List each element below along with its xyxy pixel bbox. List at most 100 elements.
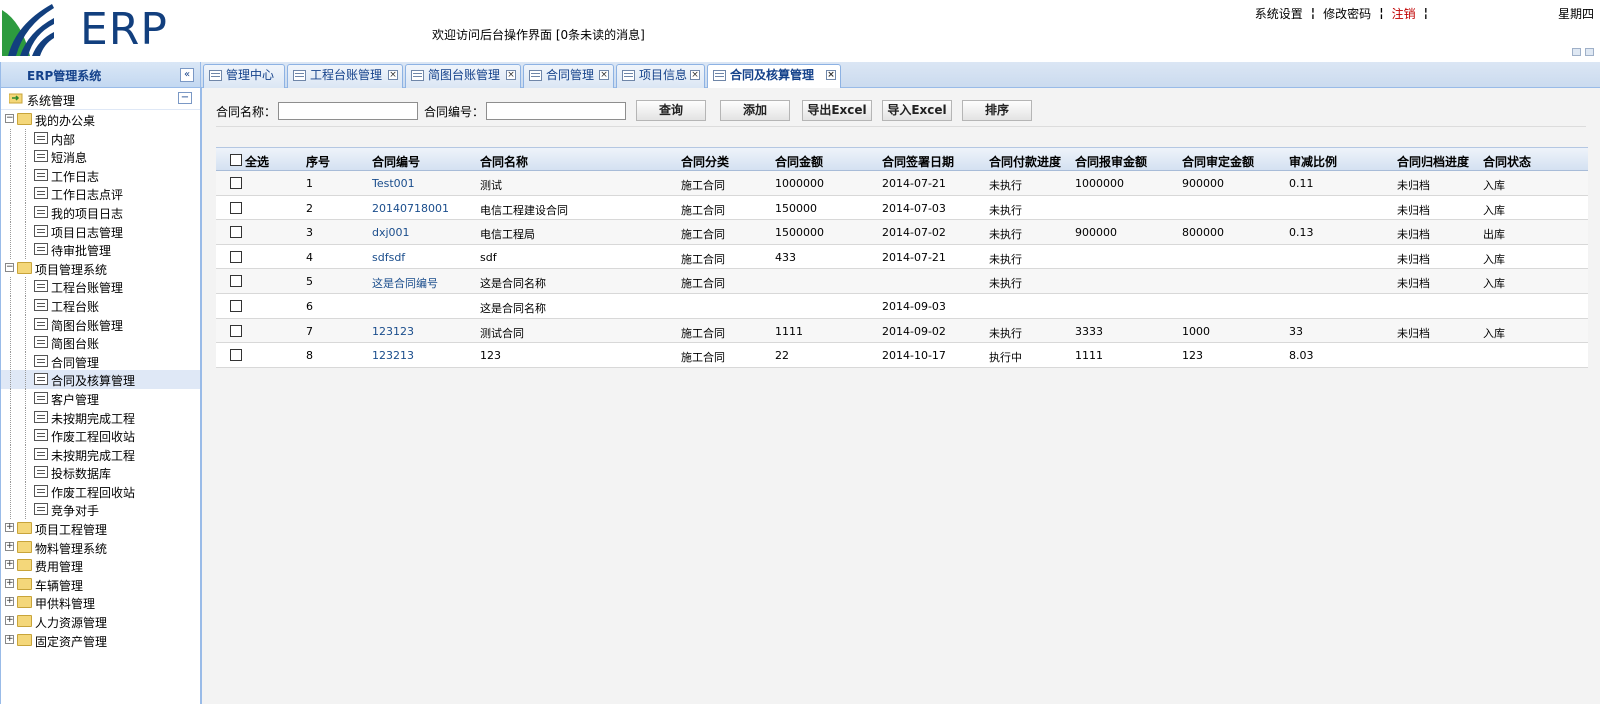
sidebar-item[interactable]: + 固定资产管理 [1,631,200,650]
contract-name-input[interactable] [278,102,419,120]
expand-icon[interactable]: + [5,616,14,626]
column-header[interactable]: 合同状态 [1483,153,1531,170]
sidebar-item[interactable]: 作废工程回收站 [1,426,200,446]
sidebar-item[interactable]: 工作日志点评 [1,184,200,204]
minimize-icon[interactable] [1572,48,1581,56]
query-button[interactable]: 查询 [636,100,706,121]
close-tab-icon[interactable]: × [506,70,516,80]
table-row[interactable]: 8 123213 123 施工合同 22 2014-10-17 执行中 1111 123 8.03 [216,343,1588,368]
sidebar-item[interactable]: 短消息 [1,147,200,167]
column-header[interactable]: 合同报审金额 [1075,153,1147,170]
sidebar-item[interactable]: 未按期完成工程 [1,444,200,464]
sidebar-item[interactable]: 内部 [1,128,200,148]
sidebar-item[interactable]: + 费用管理 [1,556,200,575]
row-checkbox[interactable] [230,324,242,337]
row-checkbox[interactable] [230,349,242,362]
sidebar-section-system[interactable]: 系统管理 − [1,88,200,110]
tab[interactable]: 管理中心 [203,64,285,88]
column-header[interactable]: 合同编号 [372,153,420,170]
contract-number-link[interactable]: sdfsdf [372,251,405,264]
expand-icon[interactable]: + [5,523,14,533]
contract-number-link[interactable]: 123123 [372,325,414,338]
column-header[interactable]: 序号 [306,153,330,170]
row-checkbox[interactable] [230,226,242,239]
collapse-icon[interactable]: − [5,262,14,272]
sidebar-item[interactable]: 未按期完成工程 [1,407,200,427]
table-row[interactable]: 7 123123 测试合同 施工合同 1111 2014-09-02 未执行 3333 1000… [216,318,1588,344]
close-tab-icon[interactable]: × [599,70,609,80]
maximize-icon[interactable] [1585,48,1594,56]
sidebar-item[interactable]: 工程台账 [1,295,200,315]
column-header[interactable]: 合同付款进度 [989,153,1061,170]
close-tab-icon[interactable]: × [826,70,836,80]
import-excel-button[interactable]: 导入Excel [882,100,952,121]
expand-icon[interactable]: + [5,634,14,644]
sidebar-item[interactable]: 作废工程回收站 [1,481,200,501]
sidebar-item[interactable]: + 项目工程管理 [1,519,200,538]
tab[interactable]: 工程台账管理 × [287,64,403,88]
sidebar-item[interactable]: 简图台账管理 [1,314,200,334]
sidebar-item[interactable]: 待审批管理 [1,240,200,260]
column-header[interactable]: 合同归档进度 [1397,153,1469,170]
welcome-message[interactable]: 欢迎访问后台操作界面 [0条未读的消息] [432,26,645,43]
row-checkbox[interactable] [230,275,242,288]
sidebar-item[interactable]: 竞争对手 [1,500,200,520]
export-excel-button[interactable]: 导出Excel [802,100,872,121]
contract-number-link[interactable]: 123213 [372,349,414,362]
sidebar-item[interactable]: 合同及核算管理 [1,370,200,390]
column-header[interactable]: 合同金额 [775,153,823,170]
logout-link[interactable]: 注销 [1384,5,1424,22]
sidebar-item[interactable]: 投标数据库 [1,463,200,483]
expand-icon[interactable]: + [5,578,14,588]
sidebar-item[interactable]: − 项目管理系统 [1,259,200,278]
column-header[interactable]: 审减比例 [1289,153,1337,170]
sidebar-item[interactable]: + 车辆管理 [1,575,200,594]
collapse-section-icon[interactable]: − [178,92,192,104]
sidebar-item[interactable]: + 甲供料管理 [1,593,200,612]
contract-number-link[interactable]: 20140718001 [372,202,449,215]
sidebar-item[interactable]: 工程台账管理 [1,277,200,297]
close-tab-icon[interactable]: × [388,70,398,80]
contract-number-link[interactable]: Test001 [372,177,415,190]
sidebar-item[interactable]: 简图台账 [1,333,200,353]
sort-button[interactable]: 排序 [962,100,1032,121]
table-row[interactable]: 6 这是合同名称 2014-09-03 [216,293,1588,319]
row-checkbox[interactable] [230,250,242,263]
table-row[interactable]: 5 这是合同编号 这是合同名称 施工合同 未执行 未归档 入库 [216,269,1588,294]
column-header[interactable]: 合同审定金额 [1182,153,1254,170]
table-row[interactable]: 3 dxj001 电信工程局 施工合同 1500000 2014-07-02 未执行 9000… [216,220,1588,245]
tab[interactable]: 合同管理 × [523,64,614,88]
sidebar-item[interactable]: + 人力资源管理 [1,612,200,631]
sidebar-item[interactable]: − 我的办公桌 [1,110,200,129]
close-tab-icon[interactable]: × [690,70,700,80]
row-checkbox[interactable] [230,201,242,214]
change-password-link[interactable]: 修改密码 [1315,5,1379,22]
add-button[interactable]: 添加 [720,100,790,121]
contract-number-link[interactable]: 这是合同编号 [372,275,438,291]
row-checkbox[interactable] [230,299,242,312]
sidebar-item[interactable]: 项目日志管理 [1,221,200,241]
expand-icon[interactable]: + [5,597,14,607]
expand-icon[interactable]: + [5,560,14,570]
column-header[interactable]: 合同签署日期 [882,153,954,170]
sidebar-item[interactable]: 工作日志 [1,165,200,185]
column-header[interactable]: 合同分类 [681,153,729,170]
collapse-sidebar-icon[interactable]: « [180,68,194,82]
tab[interactable]: 项目信息 × [616,64,705,88]
table-row[interactable]: 4 sdfsdf sdf 施工合同 433 2014-07-21 未执行 未归档 入库 [216,244,1588,270]
contract-number-input[interactable] [486,102,627,120]
sidebar-item[interactable]: + 物料管理系统 [1,538,200,557]
sidebar-item[interactable]: 我的项目日志 [1,202,200,222]
row-checkbox[interactable] [230,177,242,189]
contract-number-link[interactable]: dxj001 [372,226,410,239]
tab[interactable]: 合同及核算管理 × [707,64,841,89]
tab[interactable]: 简图台账管理 × [405,64,521,88]
sidebar-item[interactable]: 合同管理 [1,351,200,371]
sidebar-item[interactable]: 客户管理 [1,388,200,408]
table-row[interactable]: 1 Test001 测试 施工合同 1000000 2014-07-21 未执行 100000… [216,171,1588,196]
table-row[interactable]: 2 20140718001 电信工程建设合同 施工合同 150000 2014-07-03… [216,195,1588,221]
column-header[interactable]: 合同名称 [480,153,528,170]
collapse-icon[interactable]: − [5,114,14,123]
select-all-checkbox[interactable] [230,154,242,166]
system-settings-link[interactable]: 系统设置 [1247,5,1311,22]
